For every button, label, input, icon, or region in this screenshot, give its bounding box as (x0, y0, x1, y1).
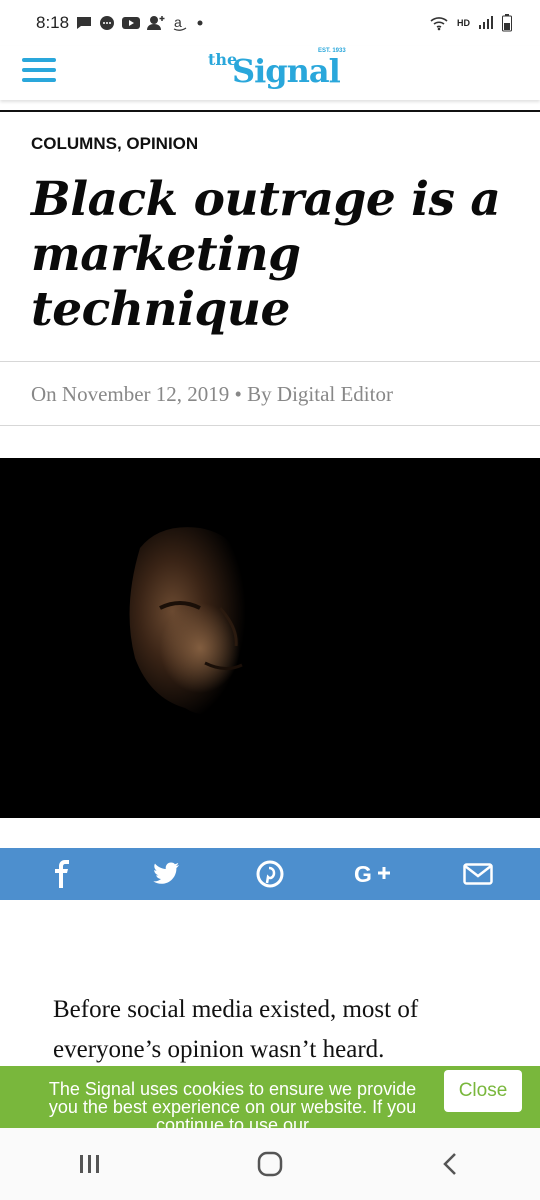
status-left: 8:18 a (36, 13, 205, 33)
article-meta: On November 12, 2019 • By Digital Editor (31, 382, 393, 406)
status-right: HD (429, 14, 512, 32)
share-bar: G (0, 848, 540, 900)
svg-text:G: G (354, 861, 372, 887)
article-category[interactable]: COLUMNS, OPINION (31, 134, 198, 154)
home-icon[interactable] (230, 1134, 310, 1194)
menu-bar (22, 78, 56, 82)
pinterest-icon[interactable] (240, 854, 300, 894)
article-title: Black outrage is a marketing technique (31, 172, 501, 337)
twitter-icon[interactable] (136, 854, 196, 894)
status-bar: 8:18 a HD (0, 0, 540, 46)
wifi-icon (429, 15, 449, 31)
system-nav-bar (0, 1128, 540, 1200)
menu-button[interactable] (22, 58, 56, 84)
google-plus-icon[interactable]: G (344, 854, 404, 894)
article-body-paragraph: Before social media existed, most of eve… (53, 996, 419, 1063)
cookie-close-button[interactable]: Close (444, 1070, 522, 1112)
back-icon[interactable] (410, 1134, 490, 1194)
email-icon[interactable] (448, 854, 508, 894)
chat-bubble-icon (99, 15, 115, 31)
menu-bar (22, 58, 56, 62)
add-contact-icon (147, 15, 165, 31)
amazon-icon: a (172, 15, 188, 31)
logo-signal: Signal (232, 52, 341, 90)
svg-text:a: a (174, 15, 182, 30)
signal-icon (478, 16, 494, 30)
menu-bar (22, 68, 56, 72)
site-logo[interactable]: the Signal EST. 1933 (208, 46, 358, 96)
youtube-icon (122, 16, 141, 30)
dot-icon (195, 18, 205, 28)
clock: 8:18 (36, 13, 70, 32)
site-header: the Signal EST. 1933 (0, 46, 540, 100)
logo-est: EST. 1933 (318, 48, 346, 54)
recent-apps-icon[interactable] (50, 1134, 130, 1194)
meta-divider-bottom (0, 425, 540, 426)
portrait-illustration (0, 458, 540, 818)
battery-icon (502, 14, 512, 32)
meta-divider-top (0, 361, 540, 362)
facebook-icon[interactable] (32, 854, 92, 894)
top-divider (0, 110, 540, 112)
message-icon (76, 16, 92, 30)
cookie-text: The Signal uses cookies to ensure we pro… (48, 1079, 417, 1128)
network-label: HD (457, 18, 470, 28)
hero-image (0, 458, 540, 818)
